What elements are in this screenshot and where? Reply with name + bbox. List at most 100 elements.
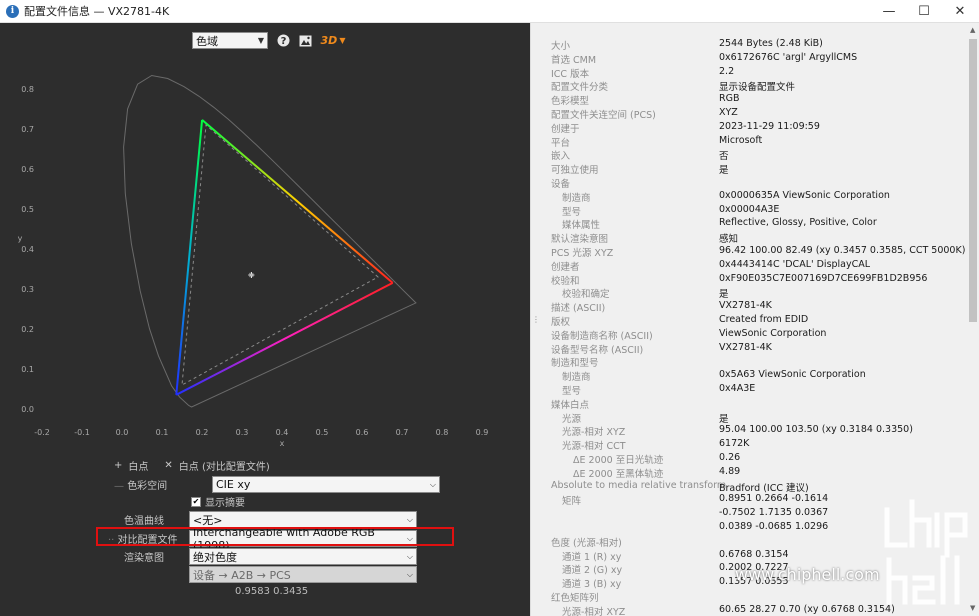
- minimize-button[interactable]: —: [871, 0, 907, 23]
- info-key: ΔE 2000 至日光轨迹: [573, 455, 664, 466]
- show-outline-label: 显示摘要: [205, 498, 245, 509]
- info-row: 校验和 0xF90E035C7E007169D7CE699FB1D2B956: [537, 273, 967, 287]
- 3d-view-button[interactable]: 3D ▼: [320, 34, 346, 48]
- info-key: 色彩模型: [551, 96, 590, 108]
- y-tick-label: 0.5: [21, 205, 34, 214]
- info-key: 配置文件关连空间 (PCS): [551, 110, 656, 121]
- colorspace-select[interactable]: CIE xy ⌵: [212, 476, 440, 493]
- info-value: 否: [719, 151, 729, 163]
- info-key: ΔE 2000 至黑体轨迹: [573, 468, 664, 480]
- chevron-down-icon: ▼: [257, 36, 264, 45]
- x-tick-label: -0.1: [74, 428, 90, 437]
- info-value: VX2781-4K: [719, 300, 772, 312]
- info-key: 光源-相对 CCT: [562, 441, 626, 453]
- panel-splitter[interactable]: ⋮: [530, 23, 540, 616]
- y-tick-label: 0.8: [21, 85, 34, 94]
- y-tick-label: 0.7: [21, 125, 34, 134]
- spectral-locus: [123, 74, 417, 408]
- info-value: 0x6172676C 'argl' ArgyllCMS: [719, 51, 858, 63]
- x-tick-label: 0.9: [476, 428, 489, 437]
- x-tick-label: 0.1: [156, 428, 169, 437]
- direction-row: 设备 → A2B → PCS ⌵: [189, 566, 417, 583]
- image-icon[interactable]: [298, 34, 312, 48]
- info-key: 媒体属性: [562, 220, 601, 232]
- info-row: 配置文件关连空间 (PCS) XYZ: [537, 107, 967, 121]
- info-row: 设备: [537, 176, 967, 190]
- show-outline-row: ✔ 显示摘要: [191, 494, 245, 509]
- close-button[interactable]: ✕: [942, 0, 978, 23]
- info-value: VX2781-4K: [719, 341, 772, 353]
- maximize-button[interactable]: ☐: [906, 0, 942, 23]
- info-row: 嵌入 否: [537, 148, 967, 162]
- help-icon[interactable]: ?: [276, 34, 290, 48]
- info-value: 2023-11-29 11:09:59: [719, 120, 820, 132]
- info-key: ICC 版本: [551, 68, 590, 80]
- y-tick-label: 0.4: [21, 245, 34, 254]
- info-key: 通道 2 (G) xy: [562, 565, 623, 577]
- intent-row: 渲染意图 绝对色度 ⌵: [124, 548, 417, 565]
- info-key: 通道 3 (B) xy: [562, 579, 622, 591]
- x-tick-label: 0.8: [436, 428, 449, 437]
- show-outline-checkbox[interactable]: ✔: [191, 496, 201, 507]
- info-value: 是: [719, 413, 729, 425]
- info-row: 校验和确定 是: [537, 286, 967, 300]
- info-key: 首选 CMM: [551, 54, 597, 66]
- info-key: 矩阵: [562, 496, 582, 508]
- info-key: 创建于: [551, 123, 580, 135]
- gamut-edge-green-red: [201, 119, 394, 284]
- info-value: Reflective, Glossy, Positive, Color: [719, 217, 877, 229]
- cursor-coords: 0.9583 0.3435: [235, 586, 309, 597]
- scroll-up-icon[interactable]: ▲: [970, 26, 975, 34]
- info-value: 是: [719, 165, 729, 177]
- y-axis-label: y: [18, 234, 23, 243]
- whitepoint-label: 白点: [128, 462, 149, 473]
- info-key: PCS 光源 XYZ: [551, 248, 614, 259]
- y-tick-label: 0.2: [21, 325, 34, 334]
- info-key: 制造商: [562, 192, 591, 204]
- intent-select[interactable]: 绝对色度 ⌵: [189, 548, 417, 565]
- info-row: ICC 版本 2.2: [537, 66, 967, 80]
- info-key: 光源-相对 XYZ: [562, 606, 626, 616]
- x-tick-label: 0.0: [116, 428, 129, 437]
- info-value: 60.65 28.27 0.70 (xy 0.6768 0.3154): [719, 603, 895, 615]
- info-value: ViewSonic Corporation: [719, 327, 827, 339]
- cie-xy-plot[interactable]: -0.2 -0.1 0.0 0.1 0.2 0.3 0.4 0.5 0.6 0.7 0.8 0.9 0.…: [0, 61, 530, 461]
- info-key: 通道 1 (R) xy: [562, 551, 622, 563]
- info-key: 媒体白点: [551, 399, 590, 411]
- info-row: 光源-相对 CCT 6172K: [537, 438, 967, 452]
- info-value: 95.04 100.00 103.50 (xy 0.3184 0.3350): [719, 424, 913, 436]
- info-row: 光源 是: [537, 411, 967, 425]
- x-tick-label: 0.4: [276, 428, 289, 437]
- info-row: 制造商 0x0000635A ViewSonic Corporation: [537, 190, 967, 204]
- info-row: 型号 0x4A3E: [537, 383, 967, 397]
- x-tick-label: 0.5: [316, 428, 329, 437]
- info-value: 0x4A3E: [719, 383, 756, 394]
- colorspace-label: — 色彩空间: [114, 481, 168, 492]
- info-row: 大小 2544 Bytes (2.48 KiB): [537, 38, 967, 52]
- view-select[interactable]: 色域 ▼: [192, 32, 268, 49]
- info-value: Microsoft: [719, 134, 763, 146]
- info-key: 配置文件分类: [551, 82, 609, 94]
- info-key: 大小: [551, 41, 571, 52]
- scroll-thumb[interactable]: [969, 39, 977, 322]
- info-value: 0x0000635A ViewSonic Corporation: [719, 189, 890, 201]
- info-key: 红色矩阵列: [551, 593, 599, 604]
- info-row: 可独立使用 是: [537, 162, 967, 176]
- svg-text:?: ?: [280, 36, 286, 47]
- info-value: 0x5A63 ViewSonic Corporation: [719, 369, 866, 381]
- info-value: 0.6768 0.3154: [719, 548, 789, 560]
- info-value: 0.26: [719, 452, 741, 463]
- watermark-text: www.chiphell.com: [735, 565, 880, 584]
- info-value: 6172K: [719, 438, 750, 450]
- info-key: 可独立使用: [551, 165, 599, 177]
- info-row: 色彩模型 RGB: [537, 93, 967, 107]
- dropdown-icon: ▼: [339, 36, 346, 45]
- 3d-label: 3D: [320, 34, 338, 47]
- y-tick-label: 0.3: [21, 285, 34, 294]
- plus-icon: +: [114, 460, 123, 471]
- view-select-value: 色域: [196, 34, 218, 48]
- colorspace-row: — 色彩空间 CIE xy ⌵: [114, 476, 440, 493]
- info-value: 感知: [719, 234, 739, 246]
- info-key: 色度 (光源-相对): [551, 537, 622, 549]
- gamut-edge-red-blue: [175, 281, 394, 396]
